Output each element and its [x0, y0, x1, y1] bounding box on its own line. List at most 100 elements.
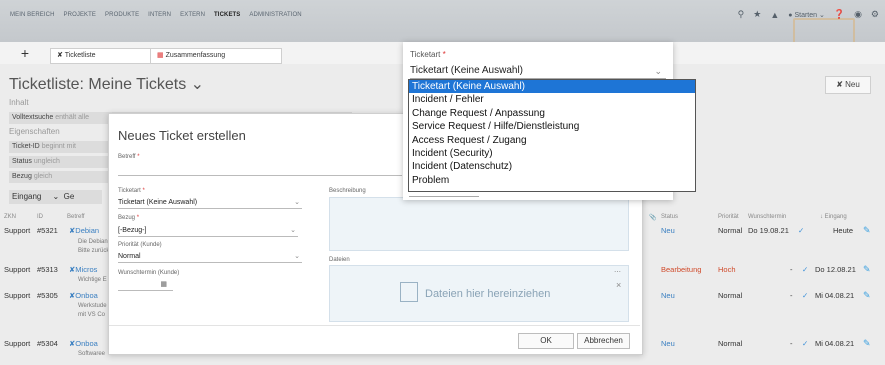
ticketart-value: Ticketart (Keine Auswahl): [118, 199, 198, 206]
cancel-button[interactable]: Abbrechen: [577, 333, 630, 349]
edit-icon[interactable]: ✎: [863, 225, 871, 236]
prioritaet-select[interactable]: Normal ⌄: [118, 251, 302, 263]
filter-section-eigenschaften: Eigenschaften: [9, 127, 60, 136]
popup-ticketart-select[interactable]: Ticketart (Keine Auswahl) ⌄: [410, 64, 666, 79]
menu-item-intern[interactable]: INTERN: [148, 12, 171, 18]
col-prioritaet[interactable]: Priorität: [718, 214, 739, 220]
col-wunschtermin[interactable]: Wunschtermin: [748, 214, 786, 220]
sort-next: Ge: [63, 192, 75, 201]
cell-zkn: Support: [4, 226, 31, 235]
edit-icon[interactable]: ✎: [863, 264, 871, 275]
option-incident-datenschutz[interactable]: Incident (Datenschutz): [409, 160, 695, 173]
col-status[interactable]: Status: [661, 214, 678, 220]
start-menu-button[interactable]: ● Starten ⌄: [788, 11, 825, 19]
edit-icon[interactable]: ✎: [863, 338, 871, 349]
menu-item-projekte[interactable]: PROJEKTE: [64, 12, 96, 18]
bezug-label-text: Bezug: [118, 215, 136, 221]
bezug-label: Bezug *: [118, 215, 139, 221]
cell-prioritaet: Normal: [718, 339, 743, 348]
cell-status: Neu: [661, 339, 675, 348]
settings-gear-icon[interactable]: ⚙: [871, 9, 879, 20]
check-icon: ✓: [802, 291, 809, 300]
new-ticket-button[interactable]: ✘ Neu: [825, 76, 871, 94]
filter-field: Status: [12, 158, 32, 165]
ticketart-select[interactable]: Ticketart (Keine Auswahl) ⌄: [118, 197, 302, 209]
col-betreff[interactable]: Betreff: [67, 214, 85, 220]
start-label: Starten: [794, 11, 818, 19]
cell-zkn: Support: [4, 339, 31, 348]
tab-ticketliste[interactable]: ✘ Ticketliste: [50, 48, 158, 64]
dropzone-text: Dateien hier hereinziehen: [425, 288, 551, 300]
col-eingang[interactable]: ↓ Eingang: [820, 214, 847, 220]
cell-betreff[interactable]: ✘ Debian: [69, 226, 99, 235]
calendar-icon[interactable]: ▦: [160, 279, 167, 290]
dialog-footer-divider: [109, 325, 640, 326]
popup-label-text: Ticketart: [410, 50, 441, 59]
filter-status[interactable]: Status ungleich: [9, 156, 112, 168]
sort-eingang-select[interactable]: Eingang ⌄ Ge: [9, 190, 102, 204]
cell-betreff[interactable]: ✘ Micros: [69, 265, 97, 274]
avatar[interactable]: ◉: [854, 9, 862, 20]
filter-operator: enthält alle: [55, 114, 90, 121]
menu-item-administration[interactable]: ADMINISTRATION: [249, 12, 301, 18]
cell-betreff[interactable]: ✘ Onboa: [69, 339, 98, 348]
chevron-down-icon: ⌄: [654, 66, 662, 76]
cell-id: #5313: [37, 265, 58, 274]
page-title[interactable]: Ticketliste: Meine Tickets ⌄: [9, 74, 204, 94]
new-button-label: Neu: [845, 80, 860, 89]
prioritaet-value: Normal: [118, 253, 141, 260]
new-tab-button[interactable]: +: [12, 45, 38, 61]
filter-bezug[interactable]: Bezug gleich: [9, 171, 112, 183]
cell-prioritaet: Hoch: [718, 265, 736, 274]
tab-zusammenfassung-label: Zusammenfassung: [165, 52, 226, 59]
chevron-down-icon: ⌄: [294, 199, 300, 206]
menu-item-produkte[interactable]: PRODUKTE: [105, 12, 139, 18]
option-incident-security[interactable]: Incident (Security): [409, 147, 695, 160]
more-icon[interactable]: ⋯: [614, 268, 621, 276]
required-marker: *: [442, 50, 446, 59]
filter-operator: gleich: [33, 173, 53, 180]
required-marker: *: [136, 215, 140, 221]
check-icon: ✓: [802, 265, 809, 274]
ticketart-label-text: Ticketart: [118, 188, 141, 194]
bezug-select[interactable]: [-Bezug-] ⌄: [118, 225, 298, 237]
menu-item-extern[interactable]: EXTERN: [180, 12, 205, 18]
option-incident-fehler[interactable]: Incident / Fehler: [409, 93, 695, 106]
top-navigation-bar: [0, 0, 885, 42]
pin-icon[interactable]: ▲: [770, 10, 779, 20]
cell-betreff[interactable]: ✘ Onboa: [69, 291, 98, 300]
cell-id: #5305: [37, 291, 58, 300]
cell-wunschtermin: -: [790, 291, 793, 300]
help-icon[interactable]: ❓: [834, 9, 845, 20]
cell-betreff-text: Micros: [75, 265, 98, 274]
option-problem[interactable]: Problem: [409, 174, 695, 187]
betreff-input[interactable]: [118, 164, 402, 176]
cell-status: Bearbeitung: [661, 265, 702, 274]
option-access-request[interactable]: Access Request / Zugang: [409, 134, 695, 147]
close-icon[interactable]: ×: [616, 280, 621, 290]
beschreibung-editor[interactable]: [329, 197, 629, 251]
wunschtermin-input[interactable]: ▦: [118, 279, 173, 291]
col-zkn[interactable]: ZKN: [4, 214, 16, 220]
tab-ticketliste-label: Ticketliste: [64, 52, 96, 59]
filter-volltextsuche[interactable]: Volltextsuche enthält alle: [9, 112, 112, 124]
cell-snippet: mit VS Co: [78, 312, 106, 318]
col-id[interactable]: ID: [37, 214, 43, 220]
star-icon[interactable]: ★: [753, 9, 761, 20]
ok-button[interactable]: OK: [518, 333, 574, 349]
betreff-label-text: Betreff: [118, 154, 136, 160]
option-service-request[interactable]: Service Request / Hilfe/Dienstleistung: [409, 120, 695, 133]
menu-item-tickets[interactable]: TICKETS: [214, 12, 240, 18]
dateien-label: Dateien: [329, 257, 350, 263]
cell-zkn: Support: [4, 291, 31, 300]
option-keine-auswahl[interactable]: Ticketart (Keine Auswahl): [409, 80, 695, 94]
menu-item-mein-bereich[interactable]: MEIN BEREICH: [10, 12, 55, 18]
required-marker: *: [142, 188, 145, 194]
search-icon[interactable]: ⚲: [738, 9, 745, 20]
edit-icon[interactable]: ✎: [863, 290, 871, 301]
option-change-request[interactable]: Change Request / Anpassung: [409, 107, 695, 120]
filter-ticket-id[interactable]: Ticket-ID beginnt mit: [9, 141, 112, 153]
tab-zusammenfassung[interactable]: ▦ Zusammenfassung: [150, 48, 282, 64]
filter-field: Ticket-ID: [12, 143, 40, 150]
cell-prioritaet: Normal: [718, 226, 743, 235]
